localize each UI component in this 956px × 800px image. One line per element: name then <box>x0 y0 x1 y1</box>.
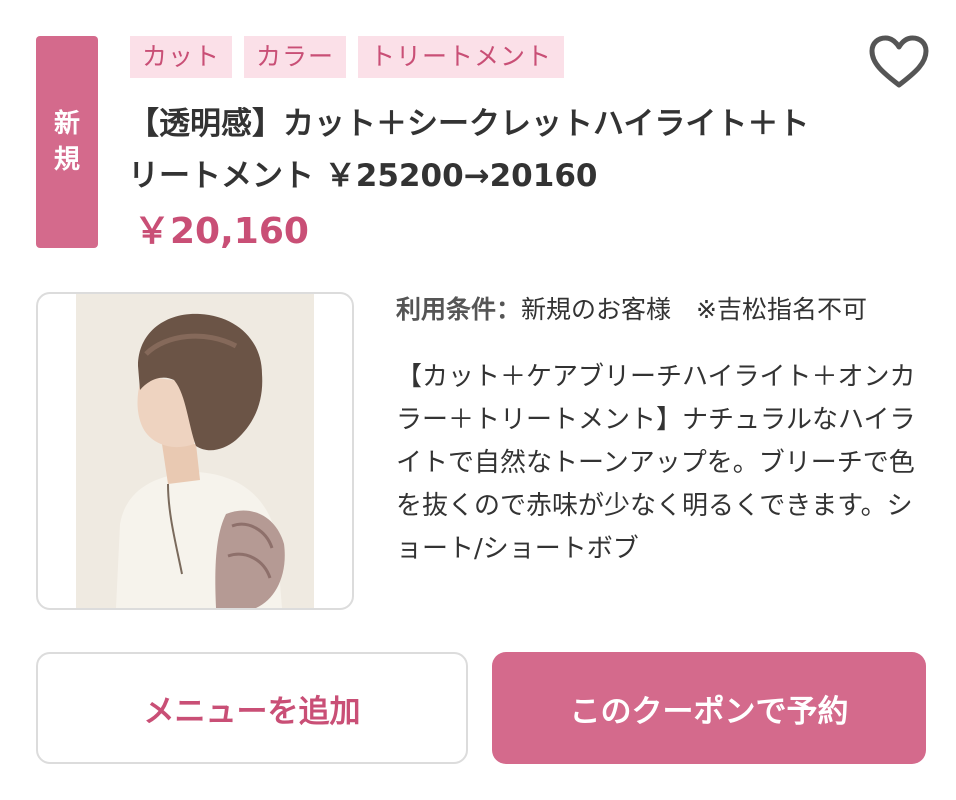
coupon-description: 【カット＋ケアブリーチハイライト＋オンカラー＋トリートメント】ナチュラルなハイラ… <box>396 362 916 564</box>
style-photo-image <box>76 294 314 608</box>
tag-cut: カット <box>130 36 233 78</box>
badge-char-2: 規 <box>53 145 80 175</box>
tag-treatment: トリートメント <box>358 36 565 78</box>
heart-icon[interactable] <box>868 34 930 90</box>
style-photo <box>36 292 354 610</box>
tag-list: カット カラー トリートメント <box>130 36 565 78</box>
tag-color: カラー <box>244 36 347 78</box>
new-customer-badge: 新 規 <box>36 36 98 248</box>
conditions-value: 新規のお客様 ※吉松指名不可 <box>521 295 867 324</box>
add-menu-button[interactable]: メニューを追加 <box>36 652 468 764</box>
usage-conditions: 利用条件：新規のお客様 ※吉松指名不可 <box>396 290 867 330</box>
coupon-price: ￥20,160 <box>134 211 309 252</box>
badge-char-1: 新 <box>53 109 80 139</box>
conditions-label: 利用条件： <box>396 295 522 324</box>
reserve-with-coupon-button[interactable]: このクーポンで予約 <box>492 652 926 764</box>
coupon-title: 【透明感】カット＋シークレットハイライト＋トリートメント ￥25200→2016… <box>128 106 810 194</box>
